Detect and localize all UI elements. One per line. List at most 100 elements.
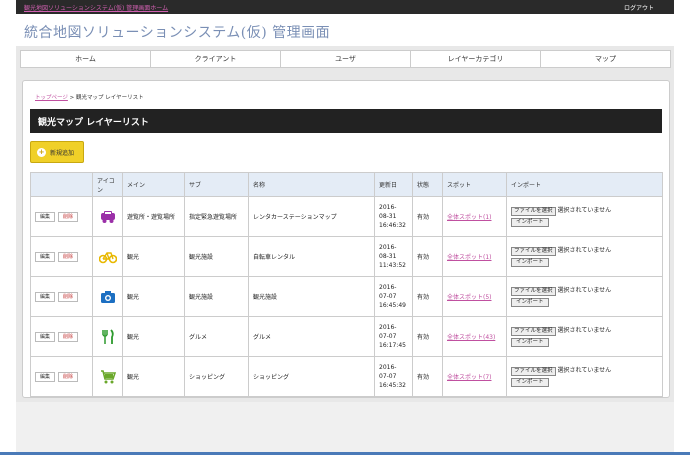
row-name: 観光施設: [248, 276, 375, 317]
camera-icon: [100, 290, 115, 303]
table-row: 編集 削除 遊覧所・遊覧場所 指定緊急遊覧場所 レンタカーステーションマップ 20…: [30, 196, 663, 237]
row-spot: 全体スポット(1): [442, 196, 507, 237]
breadcrumb: トップページ > 観光マップ レイヤーリスト: [35, 93, 144, 101]
file-status: 選択されていません: [557, 327, 612, 334]
main-nav: ホーム クライアント ユーザ レイヤーカテゴリ マップ: [16, 46, 674, 72]
page-title: 観光マップ レイヤーリスト: [30, 109, 662, 133]
edit-button[interactable]: 編集: [35, 291, 55, 302]
row-import: ファイルを選択 選択されていません インポート: [506, 356, 663, 397]
row-main: 観光: [122, 316, 185, 357]
import-button[interactable]: インポート: [511, 218, 549, 227]
row-main: 遊覧所・遊覧場所: [122, 196, 185, 237]
nav-item-home[interactable]: ホーム: [20, 50, 151, 68]
add-new-label: 新規追加: [50, 149, 75, 157]
delete-button[interactable]: 削除: [58, 211, 78, 222]
row-spot: 全体スポット(5): [442, 276, 507, 317]
row-name: 自転車レンタル: [248, 236, 375, 277]
row-import: ファイルを選択 選択されていませんインポート: [506, 196, 663, 237]
row-updated: 2016- 08-31 11:43:52: [374, 236, 413, 277]
choose-file-button[interactable]: ファイルを選択: [511, 287, 556, 296]
spot-link[interactable]: 全体スポット(7): [447, 374, 492, 381]
header-status: 状態: [412, 172, 443, 197]
row-status: 有効: [412, 196, 443, 237]
bottom-bar: [0, 452, 690, 455]
row-main: 観光: [122, 276, 185, 317]
header-actions: [30, 172, 93, 197]
choose-file-button[interactable]: ファイルを選択: [511, 367, 556, 376]
spot-link[interactable]: 全体スポット(1): [447, 254, 492, 261]
nav-item-client[interactable]: クライアント: [150, 50, 281, 68]
spot-link[interactable]: 全体スポット(43): [447, 334, 495, 341]
row-status: 有効: [412, 316, 443, 357]
row-sub: ショッピング: [184, 356, 249, 397]
plus-icon: +: [37, 147, 46, 157]
add-new-button[interactable]: + 新規追加: [30, 141, 84, 163]
file-status: 選択されていません: [557, 207, 612, 214]
row-spot: 全体スポット(43): [442, 316, 507, 357]
row-import: ファイルを選択 選択されていません インポート: [506, 276, 663, 317]
delete-button[interactable]: 削除: [58, 251, 78, 262]
delete-button[interactable]: 削除: [58, 371, 78, 382]
row-actions: 編集 削除: [30, 356, 93, 397]
row-status: 有効: [412, 276, 443, 317]
spot-link[interactable]: 全体スポット(1): [447, 214, 492, 221]
system-home-link[interactable]: 観光地図ソリューションシステム(仮) 管理画面ホーム: [24, 3, 168, 12]
nav-item-layer-category[interactable]: レイヤーカテゴリ: [410, 50, 541, 68]
header-name: 名称: [248, 172, 375, 197]
row-updated: 2016- 07-07 16:17:45: [374, 316, 413, 357]
logout-link[interactable]: ログアウト: [624, 3, 654, 12]
import-button[interactable]: インポート: [511, 378, 549, 387]
edit-button[interactable]: 編集: [35, 331, 55, 342]
header-sub: サブ: [184, 172, 249, 197]
header-main: メイン: [122, 172, 185, 197]
row-spot: 全体スポット(7): [442, 356, 507, 397]
row-icon-cell: [92, 236, 123, 277]
import-button[interactable]: インポート: [511, 298, 549, 307]
nav-item-user[interactable]: ユーザ: [280, 50, 411, 68]
fork-knife-icon: [101, 328, 114, 344]
cart-icon: [100, 369, 116, 383]
row-name: ショッピング: [248, 356, 375, 397]
nav-item-map[interactable]: マップ: [540, 50, 671, 68]
row-sub: グルメ: [184, 316, 249, 357]
choose-file-button[interactable]: ファイルを選択: [511, 247, 556, 256]
row-sub: 指定緊急遊覧場所: [184, 196, 249, 237]
row-import: ファイルを選択 選択されていません インポート: [506, 236, 663, 277]
layer-table: アイコン メイン サブ 名称 更新日 状態 スポット インポート 編集 削除 遊覧…: [30, 172, 663, 397]
edit-button[interactable]: 編集: [35, 371, 55, 382]
choose-file-button[interactable]: ファイルを選択: [511, 327, 556, 336]
row-spot: 全体スポット(1): [442, 236, 507, 277]
row-actions: 編集 削除: [30, 276, 93, 317]
spot-link[interactable]: 全体スポット(5): [447, 294, 492, 301]
table-row: 編集 削除 観光 観光施設 観光施設 2016- 07-07 16:45:49 有効 …: [30, 276, 663, 317]
content-panel: トップページ > 観光マップ レイヤーリスト 観光マップ レイヤーリスト + 新…: [22, 80, 670, 398]
row-icon-cell: [92, 196, 123, 237]
table-row: 編集 削除 観光 ショッピング ショッピング 2016- 07-07 16:45:32…: [30, 356, 663, 397]
row-updated: 2016- 07-07 16:45:49: [374, 276, 413, 317]
row-status: 有効: [412, 236, 443, 277]
row-name: グルメ: [248, 316, 375, 357]
row-sub: 観光施設: [184, 276, 249, 317]
row-actions: 編集 削除: [30, 316, 93, 357]
app-title: 統合地図ソリューションシステム(仮) 管理画面: [24, 25, 331, 41]
row-main: 観光: [122, 356, 185, 397]
row-main: 観光: [122, 236, 185, 277]
breadcrumb-top-link[interactable]: トップページ: [35, 95, 68, 101]
row-actions: 編集 削除: [30, 196, 93, 237]
top-bar: 観光地図ソリューションシステム(仮) 管理画面ホーム ログアウト: [16, 0, 674, 14]
edit-button[interactable]: 編集: [35, 251, 55, 262]
row-icon-cell: [92, 276, 123, 317]
table-header-row: アイコン メイン サブ 名称 更新日 状態 スポット インポート: [30, 172, 663, 197]
delete-button[interactable]: 削除: [58, 331, 78, 342]
row-actions: 編集 削除: [30, 236, 93, 277]
choose-file-button[interactable]: ファイルを選択: [511, 207, 556, 216]
footer-area: [16, 402, 674, 452]
import-button[interactable]: インポート: [511, 258, 549, 267]
delete-button[interactable]: 削除: [58, 291, 78, 302]
table-row: 編集 削除 観光 グルメ グルメ 2016- 07-07 16:17:45 有効 全体…: [30, 316, 663, 357]
header-spot: スポット: [442, 172, 507, 197]
bicycle-icon: [98, 251, 117, 263]
edit-button[interactable]: 編集: [35, 211, 55, 222]
row-name: レンタカーステーションマップ: [248, 196, 375, 237]
import-button[interactable]: インポート: [511, 338, 549, 347]
